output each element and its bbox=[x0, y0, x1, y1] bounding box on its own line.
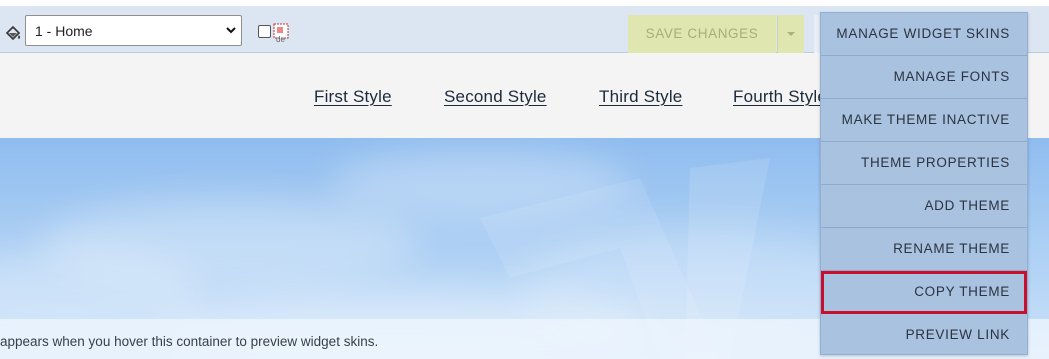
menu-item-copy-theme[interactable]: COPY THEME bbox=[821, 271, 1027, 314]
save-options-button[interactable] bbox=[777, 15, 804, 53]
nav-link-third-style[interactable]: Third Style bbox=[599, 87, 682, 107]
theme-dropdown-menu: MANAGE WIDGET SKINS MANAGE FONTS MAKE TH… bbox=[820, 12, 1028, 355]
paint-bucket-icon[interactable] bbox=[4, 24, 22, 42]
nav-link-fourth-style[interactable]: Fourth Style bbox=[733, 87, 820, 106]
nav-link-fourth-wrapper: Fourth Style bbox=[733, 87, 820, 107]
page-select[interactable]: 1 - Home bbox=[25, 15, 242, 46]
nav-link-first-style[interactable]: First Style bbox=[314, 87, 392, 107]
svg-text:de: de bbox=[276, 35, 285, 43]
menu-item-rename-theme[interactable]: RENAME THEME bbox=[821, 228, 1027, 271]
hover-caption-text: appears when you hover this container to… bbox=[0, 334, 379, 349]
save-changes-button[interactable]: SAVE CHANGES bbox=[628, 15, 776, 53]
chevron-down-icon bbox=[226, 27, 236, 34]
menu-item-manage-widget-skins[interactable]: MANAGE WIDGET SKINS bbox=[821, 13, 1027, 56]
toolbar-checkbox[interactable] bbox=[258, 25, 271, 38]
menu-item-manage-fonts[interactable]: MANAGE FONTS bbox=[821, 56, 1027, 99]
menu-item-theme-properties[interactable]: THEME PROPERTIES bbox=[821, 142, 1027, 185]
page-select-value: 1 - Home bbox=[35, 23, 93, 39]
broken-image-icon: de bbox=[273, 23, 289, 43]
nav-link-second-style[interactable]: Second Style bbox=[444, 87, 547, 107]
caret-down-icon bbox=[787, 32, 795, 36]
menu-item-preview-link[interactable]: PREVIEW LINK bbox=[821, 314, 1027, 357]
menu-item-make-theme-inactive[interactable]: MAKE THEME INACTIVE bbox=[821, 99, 1027, 142]
menu-item-add-theme[interactable]: ADD THEME bbox=[821, 185, 1027, 228]
